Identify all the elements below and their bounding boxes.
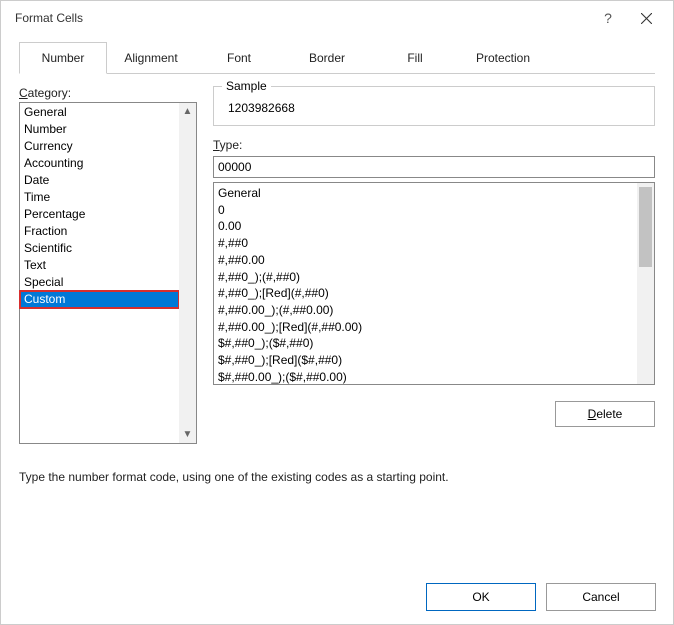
category-item-accounting[interactable]: Accounting [20, 155, 196, 172]
type-option[interactable]: #,##0 [218, 235, 650, 252]
type-option[interactable]: #,##0_);(#,##0) [218, 269, 650, 286]
window-title: Format Cells [15, 11, 591, 25]
tab-number[interactable]: Number [19, 42, 107, 74]
tab-fill[interactable]: Fill [371, 42, 459, 74]
category-item-general[interactable]: General [20, 104, 196, 121]
type-list[interactable]: General 0 0.00 #,##0 #,##0.00 #,##0_);(#… [213, 182, 655, 385]
type-option[interactable]: $#,##0_);($#,##0) [218, 335, 650, 352]
category-item-scientific[interactable]: Scientific [20, 240, 196, 257]
category-item-currency[interactable]: Currency [20, 138, 196, 155]
category-item-special[interactable]: Special [20, 274, 196, 291]
type-label: Type: [213, 138, 655, 152]
sample-value: 1203982668 [224, 101, 644, 115]
close-button[interactable] [629, 2, 663, 34]
tab-alignment[interactable]: Alignment [107, 42, 195, 74]
close-icon [641, 13, 652, 24]
sample-label: Sample [222, 79, 271, 93]
category-item-time[interactable]: Time [20, 189, 196, 206]
category-item-fraction[interactable]: Fraction [20, 223, 196, 240]
scroll-down-icon: ▼ [183, 429, 193, 440]
sample-fieldset: Sample 1203982668 [213, 86, 655, 126]
ok-button[interactable]: OK [426, 583, 536, 611]
category-item-percentage[interactable]: Percentage [20, 206, 196, 223]
dialog-footer: OK Cancel [426, 583, 656, 611]
type-option[interactable]: General [218, 185, 650, 202]
type-option[interactable]: #,##0_);[Red](#,##0) [218, 285, 650, 302]
category-label: Category: [19, 86, 197, 100]
scrollbar-thumb[interactable] [639, 187, 652, 267]
titlebar: Format Cells ? [1, 1, 673, 35]
tab-border[interactable]: Border [283, 42, 371, 74]
type-option[interactable]: #,##0.00_);[Red](#,##0.00) [218, 319, 650, 336]
category-scrollbar[interactable]: ▲ ▼ [179, 103, 196, 443]
category-list[interactable]: General Number Currency Accounting Date … [19, 102, 197, 444]
category-item-text[interactable]: Text [20, 257, 196, 274]
scroll-up-icon: ▲ [183, 106, 193, 117]
type-option[interactable]: $#,##0_);[Red]($#,##0) [218, 352, 650, 369]
category-item-number[interactable]: Number [20, 121, 196, 138]
type-option[interactable]: #,##0.00_);(#,##0.00) [218, 302, 650, 319]
cancel-button[interactable]: Cancel [546, 583, 656, 611]
category-item-date[interactable]: Date [20, 172, 196, 189]
tab-font[interactable]: Font [195, 42, 283, 74]
type-option[interactable]: 0.00 [218, 218, 650, 235]
type-scrollbar[interactable] [637, 183, 654, 384]
dialog-content: Number Alignment Font Border Fill Protec… [1, 35, 673, 500]
type-option[interactable]: 0 [218, 202, 650, 219]
type-option[interactable]: #,##0.00 [218, 252, 650, 269]
type-input[interactable] [213, 156, 655, 178]
tab-protection[interactable]: Protection [459, 42, 547, 74]
hint-text: Type the number format code, using one o… [19, 470, 655, 484]
delete-button[interactable]: Delete [555, 401, 655, 427]
category-item-custom[interactable]: Custom [20, 291, 179, 308]
tab-bar: Number Alignment Font Border Fill Protec… [19, 41, 655, 74]
type-option[interactable]: $#,##0.00_);($#,##0.00) [218, 369, 650, 385]
help-button[interactable]: ? [591, 2, 625, 34]
